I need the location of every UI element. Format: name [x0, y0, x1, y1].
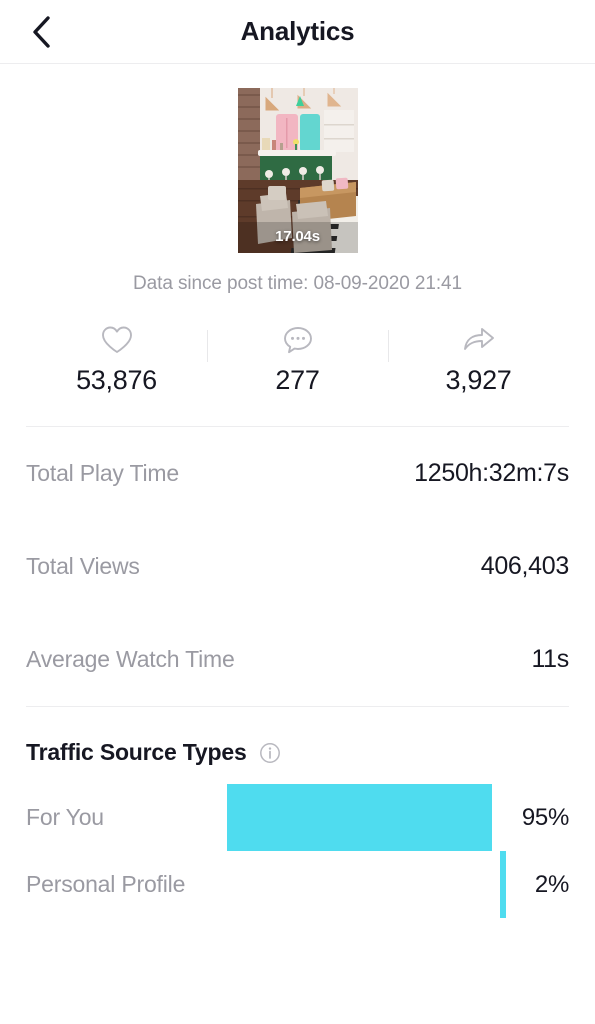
metric-value: 11s — [531, 645, 569, 673]
info-circle-icon[interactable] — [259, 742, 281, 764]
stat-shares[interactable]: 3,927 — [388, 323, 569, 396]
traffic-row-personal-profile: Personal Profile 2% — [26, 851, 569, 918]
metric-label: Total Play Time — [26, 460, 179, 486]
traffic-source-header: Traffic Source Types — [0, 739, 595, 766]
analytics-screen: Analytics 17.04s Data since post time: 0… — [0, 0, 595, 1024]
traffic-source-chart: For You 95% Personal Profile 2% — [0, 784, 595, 918]
traffic-source-title: Traffic Source Types — [26, 739, 247, 765]
traffic-percent: 95% — [521, 803, 569, 831]
traffic-label: For You — [26, 804, 104, 830]
share-icon — [461, 323, 497, 357]
metric-row: Average Watch Time 11s — [26, 613, 569, 706]
traffic-label: Personal Profile — [26, 871, 186, 897]
back-button[interactable] — [14, 0, 70, 64]
metric-label: Total Views — [26, 553, 140, 579]
stat-comments[interactable]: 277 — [207, 323, 388, 396]
comment-icon — [281, 323, 315, 357]
traffic-row-for-you: For You 95% — [26, 784, 569, 851]
heart-icon — [100, 323, 134, 357]
metric-row: Total Views 406,403 — [26, 520, 569, 613]
chevron-left-icon — [30, 15, 54, 49]
page-title: Analytics — [240, 16, 355, 46]
metric-label: Average Watch Time — [26, 646, 235, 672]
metrics-list: Total Play Time 1250h:32m:7s Total Views… — [0, 427, 595, 706]
metric-value: 406,403 — [480, 552, 570, 580]
bar-fill — [227, 784, 493, 851]
engagement-stats: 53,876 277 3,927 — [0, 323, 595, 396]
video-duration-label: 17.04s — [275, 228, 320, 245]
video-thumbnail[interactable]: 17.04s — [237, 88, 358, 253]
data-since-label: Data since post time: 08-09-2020 21:41 — [133, 273, 462, 294]
stat-value: 3,927 — [445, 365, 512, 395]
metric-value: 1250h:32m:7s — [414, 459, 569, 487]
app-header: Analytics — [0, 0, 595, 64]
stat-value: 277 — [275, 365, 320, 395]
metric-row: Total Play Time 1250h:32m:7s — [26, 427, 569, 520]
traffic-percent: 2% — [534, 870, 569, 898]
stat-value: 53,876 — [76, 365, 157, 395]
section-divider — [26, 706, 569, 707]
stat-likes[interactable]: 53,876 — [26, 323, 207, 396]
bar-track — [227, 851, 506, 918]
video-thumbnail-container: 17.04s — [0, 64, 595, 253]
bar-track — [227, 784, 506, 851]
